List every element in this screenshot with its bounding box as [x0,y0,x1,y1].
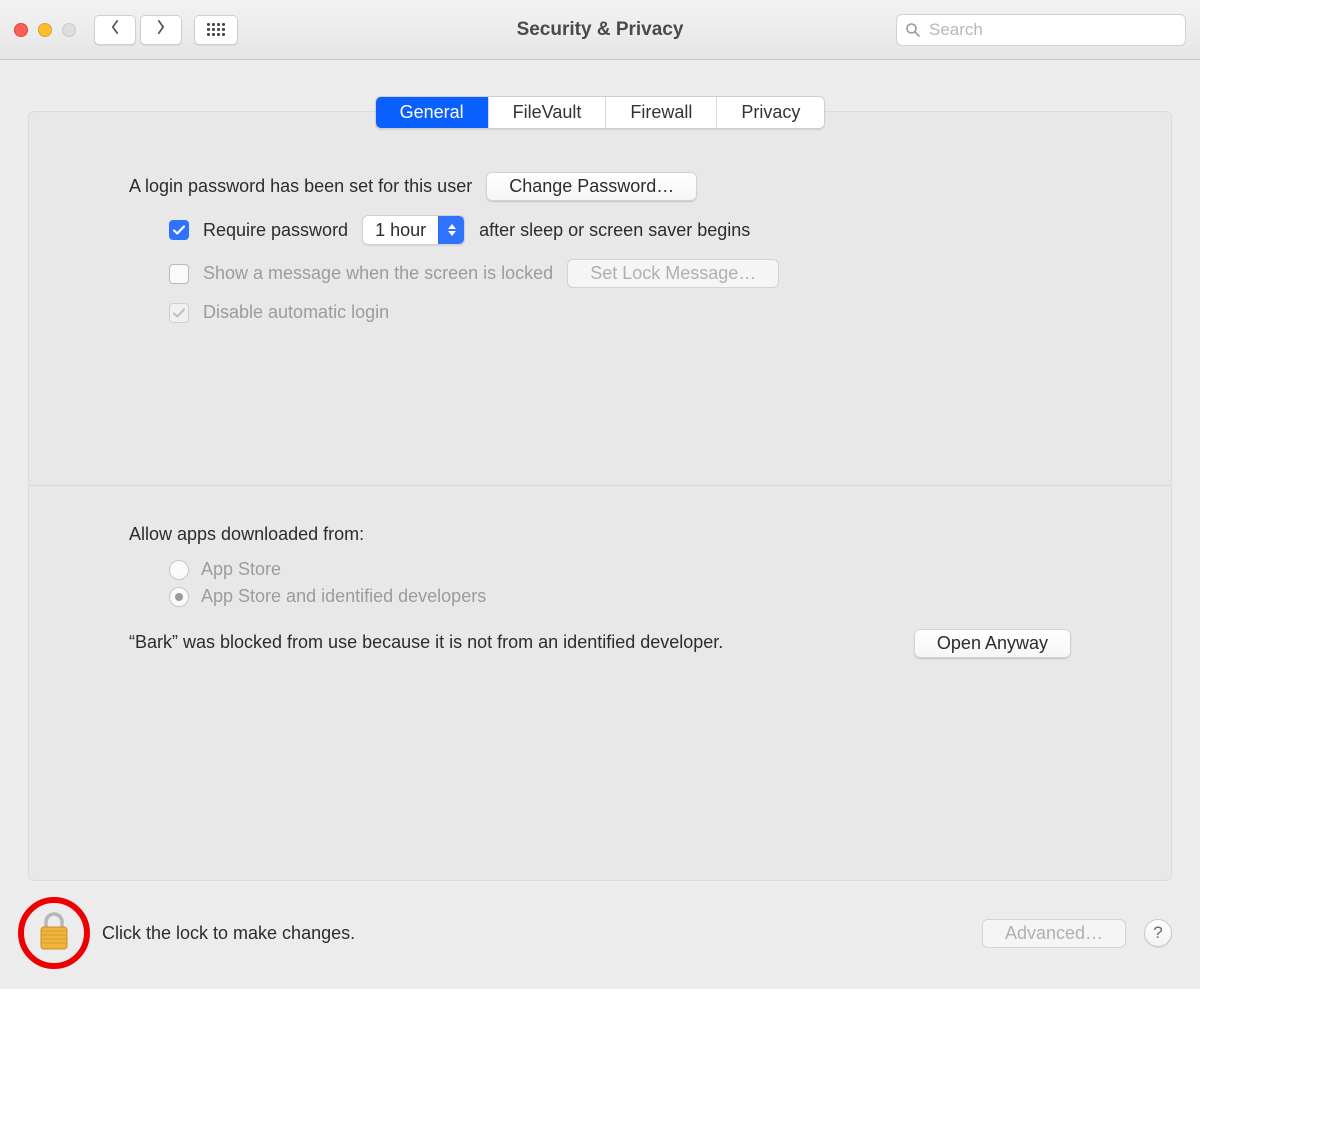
disable-auto-login-label: Disable automatic login [203,302,389,323]
divider [29,485,1171,486]
grid-icon [207,23,225,36]
chevron-right-icon [155,20,167,39]
preferences-window: Security & Privacy General FileVault Fir… [0,0,1200,989]
zoom-window-button[interactable] [62,23,76,37]
require-password-checkbox[interactable] [169,220,189,240]
require-password-label: Require password [203,220,348,241]
help-button[interactable]: ? [1144,919,1172,947]
nav-group [94,15,182,45]
toolbar: Security & Privacy [0,0,1200,60]
after-sleep-text: after sleep or screen saver begins [479,220,750,241]
lock-button[interactable] [18,897,90,969]
radio-identified-developers: App Store and identified developers [169,586,1071,607]
tabs: General FileVault Firewall Privacy [0,96,1200,129]
stepper-icon [438,216,464,244]
show-lock-message-label: Show a message when the screen is locked [203,263,553,284]
set-lock-message-button: Set Lock Message… [567,259,779,288]
window-controls [14,23,76,37]
radio-app-store: App Store [169,559,1071,580]
footer: Click the lock to make changes. Advanced… [0,881,1200,989]
tab-firewall[interactable]: Firewall [606,97,717,128]
content: General FileVault Firewall Privacy A log… [0,60,1200,989]
disable-auto-login-checkbox [169,303,189,323]
login-password-text: A login password has been set for this u… [129,176,472,197]
advanced-button: Advanced… [982,919,1126,948]
lock-hint-text: Click the lock to make changes. [102,923,355,944]
allow-apps-label: Allow apps downloaded from: [129,524,1071,545]
checkmark-icon [171,222,187,238]
change-password-button[interactable]: Change Password… [486,172,697,201]
chevron-left-icon [109,20,121,39]
general-panel: A login password has been set for this u… [28,111,1172,881]
minimize-window-button[interactable] [38,23,52,37]
radio-app-store-input [169,560,189,580]
forward-button[interactable] [140,15,182,45]
highlight-circle [18,897,90,969]
checkmark-icon [171,305,187,321]
require-password-delay-select[interactable]: 1 hour [362,215,465,245]
tab-filevault[interactable]: FileVault [489,97,607,128]
show-all-button[interactable] [194,15,238,45]
show-lock-message-checkbox [169,264,189,284]
radio-identified-developers-input [169,587,189,607]
open-anyway-button[interactable]: Open Anyway [914,629,1071,658]
close-window-button[interactable] [14,23,28,37]
tab-general[interactable]: General [376,97,489,128]
delay-value: 1 hour [363,220,438,241]
blocked-app-message: “Bark” was blocked from use because it i… [129,629,723,656]
search-icon [905,22,921,38]
help-icon: ? [1153,923,1162,943]
back-button[interactable] [94,15,136,45]
radio-app-store-label: App Store [201,559,281,580]
tab-privacy[interactable]: Privacy [717,97,824,128]
search-wrap [896,14,1186,46]
search-input[interactable] [896,14,1186,46]
radio-identified-developers-label: App Store and identified developers [201,586,486,607]
